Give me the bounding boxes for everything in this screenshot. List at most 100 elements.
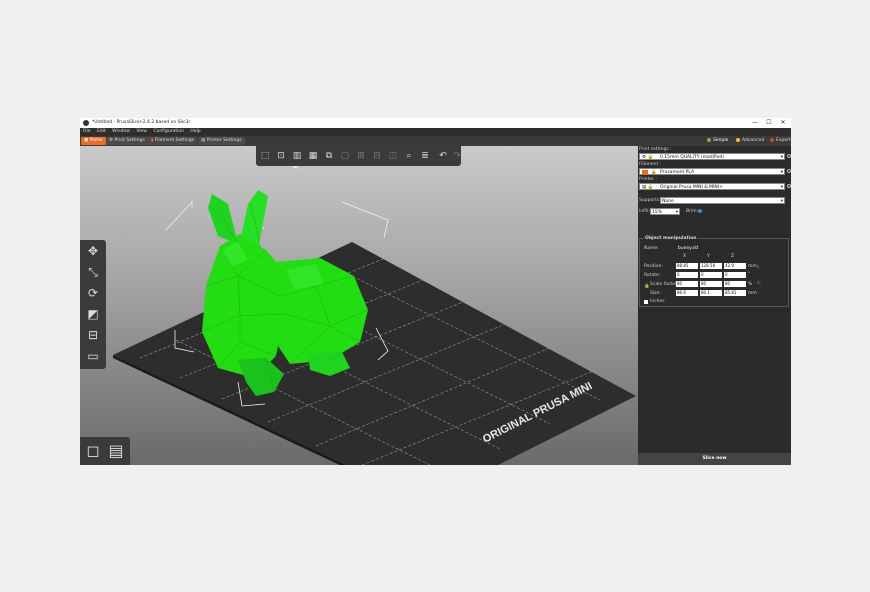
paste-icon[interactable]: ▢ (338, 149, 352, 163)
tab-filament-settings[interactable]: ▮ Filament Settings (148, 137, 198, 145)
printer-edit-button[interactable] (787, 184, 791, 188)
brim-label: Brim: (686, 209, 699, 214)
rotate-icon[interactable]: ⟳ (83, 284, 103, 302)
position-z-input[interactable]: 42.9 (724, 263, 746, 269)
layer-editing-icon[interactable]: ▭ (83, 347, 103, 365)
close-button[interactable]: ✕ (776, 118, 790, 128)
redo-icon[interactable]: ↷ (450, 149, 464, 163)
print-bed[interactable] (113, 242, 636, 465)
inches-label: Inches (650, 299, 665, 304)
filament-color-swatch (642, 170, 648, 175)
scale-y-input[interactable]: 80 (700, 281, 722, 287)
drop-to-bed-icon[interactable]: ⤓ (757, 263, 759, 269)
expert-mode-dot (770, 137, 774, 142)
position-unit: mm (748, 264, 757, 269)
remove-instance-icon[interactable]: ⊟ (370, 149, 384, 163)
printer-label: Printer : (639, 177, 657, 182)
print-settings-combo[interactable]: ⚙ 🔒 0.15mm QUALITY (modified) ▾ (639, 153, 785, 160)
title-bar: *Untitled - PrusaSlicer-2.4.2 based on S… (80, 118, 791, 128)
tab-plater[interactable]: ▣ Plater (81, 137, 106, 145)
mode-simple[interactable]: Simple (707, 137, 728, 145)
place-on-face-icon[interactable]: ◩ (83, 305, 103, 323)
layers-icon[interactable]: ≣ (418, 149, 432, 163)
mode-advanced[interactable]: Advanced (736, 137, 764, 145)
rotate-y-input[interactable]: 0 (700, 272, 722, 278)
view-switcher: ◻ ▤ (80, 437, 130, 465)
slice-now-button[interactable]: Slice now (638, 453, 791, 465)
chevron-down-icon: ▾ (780, 155, 783, 160)
supports-combo[interactable]: None ▾ (660, 197, 785, 204)
size-unit: mm (748, 291, 757, 296)
size-label: Size: (650, 291, 661, 296)
supports-label: Supports: (639, 198, 661, 203)
3d-view-icon[interactable]: ◻ (83, 441, 103, 461)
tab-filament-settings-label: Filament Settings (154, 138, 195, 143)
move-icon[interactable]: ✥ (83, 242, 103, 260)
rotate-unit: ° (748, 272, 751, 277)
name-label: Name: (644, 246, 659, 251)
prusaslicer-window: *Untitled - PrusaSlicer-2.4.2 based on S… (80, 118, 791, 465)
menu-file[interactable]: File (83, 128, 91, 136)
tab-print-settings[interactable]: ⚙ Print Settings (106, 137, 148, 145)
minimize-button[interactable]: — (748, 118, 762, 128)
preview-icon[interactable]: ▤ (106, 441, 126, 461)
undo-icon[interactable]: ↶ (436, 149, 450, 163)
maximize-button[interactable]: ☐ (762, 118, 776, 128)
rotate-z-input[interactable]: 0 (724, 272, 746, 278)
cut-icon[interactable]: ⊟ (83, 326, 103, 344)
object-manipulation-title: Object manipulation (644, 236, 698, 241)
delete-icon[interactable]: ⊡ (274, 149, 288, 163)
settings-panel: Print settings : ⚙ 🔒 0.15mm QUALITY (mod… (638, 146, 791, 465)
size-z-input[interactable]: 85.81 (724, 290, 746, 296)
scale-x-input[interactable]: 80 (676, 281, 698, 287)
chevron-down-icon: ▾ (675, 210, 678, 215)
rotate-x-input[interactable]: 0 (676, 272, 698, 278)
menu-view[interactable]: View (136, 128, 147, 136)
infill-combo[interactable]: 15% ▾ (650, 208, 680, 215)
filament-edit-button[interactable] (787, 169, 791, 173)
printer-combo[interactable]: ▤ 🔒 Original Prusa MINI & MINI+ ▾ (639, 183, 785, 190)
menu-configuration[interactable]: Configuration (153, 128, 184, 136)
scale-z-input[interactable]: 80 (724, 281, 746, 287)
simple-mode-dot (707, 137, 711, 142)
add-instance-icon[interactable]: ⊞ (354, 149, 368, 163)
mode-expert[interactable]: Expert (770, 137, 791, 145)
menu-help[interactable]: Help (190, 128, 200, 136)
print-settings-edit-button[interactable] (787, 154, 791, 158)
menu-edit[interactable]: Edit (97, 128, 106, 136)
plater-icon: ▣ (84, 138, 89, 143)
brim-checkbox[interactable] (698, 209, 702, 213)
filament-value: Prusament PLA (660, 170, 695, 175)
menu-bar: File Edit Window View Configuration Help (80, 128, 791, 136)
copy-icon[interactable]: ⧉ (322, 149, 336, 163)
reset-scale-icon[interactable]: ↻ (757, 281, 761, 286)
3d-viewport[interactable]: ORIGINAL PRUSA MINI ⬚ ⊡ ▥ ▦ ⧉ ▢ ⊞ ⊟ ◫ ⌕ … (80, 146, 638, 465)
lock-icon[interactable]: 🔒 (644, 284, 650, 289)
size-x-input[interactable]: 86.6 (676, 290, 698, 296)
split-icon[interactable]: ◫ (386, 149, 400, 163)
search-icon[interactable]: ⌕ (402, 149, 416, 163)
scale-icon[interactable]: ⤡ (83, 263, 103, 281)
lock-icon: 🔒 (651, 170, 657, 175)
filament-label: Filament : (639, 162, 662, 167)
filament-icon: ▮ (151, 138, 154, 143)
position-y-input[interactable]: 128.58 (700, 263, 722, 269)
mode-simple-label: Simple (713, 138, 729, 143)
inches-checkbox[interactable] (644, 300, 648, 304)
arrange-icon[interactable]: ▦ (306, 149, 320, 163)
add-icon[interactable]: ⬚ (258, 149, 272, 163)
size-y-input[interactable]: 80.1 (700, 290, 722, 296)
menu-window[interactable]: Window (112, 128, 130, 136)
position-x-input[interactable]: 88.85 (676, 263, 698, 269)
supports-value: None (662, 199, 674, 204)
printer-icon: ▤ (201, 138, 206, 143)
print-settings-value: 0.15mm QUALITY (modified) (660, 155, 725, 160)
tab-plater-label: Plater (89, 138, 103, 143)
axis-y-label: Y (707, 254, 710, 259)
tab-printer-settings[interactable]: ▤ Printer Settings (198, 137, 245, 145)
gear-icon: ⚙ (109, 138, 114, 143)
delete-all-icon[interactable]: ▥ (290, 149, 304, 163)
left-toolbar: ✥ ⤡ ⟳ ◩ ⊟ ▭ (80, 240, 106, 369)
infill-label: Infill: (639, 209, 651, 214)
filament-combo[interactable]: 🔒 Prusament PLA ▾ (639, 168, 785, 175)
